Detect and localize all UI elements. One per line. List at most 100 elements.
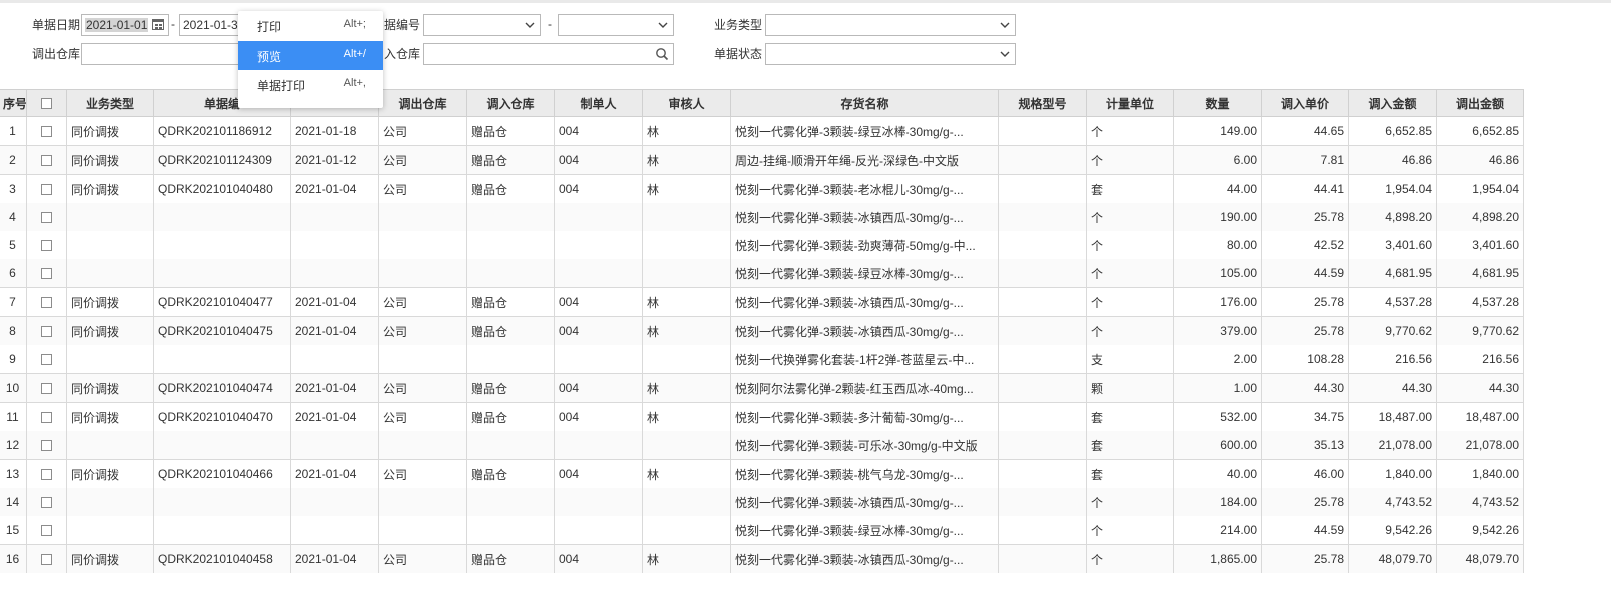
status-label: 单据状态	[714, 47, 763, 61]
col-header-out-wh[interactable]: 调出仓库	[378, 89, 467, 117]
col-header-in-wh[interactable]: 调入仓库	[466, 89, 555, 117]
row-checkbox[interactable]	[26, 402, 67, 431]
cell-unit: 个	[1086, 488, 1174, 516]
row-checkbox[interactable]	[26, 203, 67, 231]
table-row[interactable]: 5 悦刻一代雾化弹-3颗装-劲爽薄荷-50mg/g-中... 个 80.00 42.52…	[0, 231, 1524, 259]
cell-auditor: 林	[642, 373, 731, 403]
biztype-select[interactable]	[765, 14, 1016, 36]
row-checkbox[interactable]	[26, 316, 67, 345]
col-header-spec[interactable]: 规格型号	[998, 89, 1087, 117]
status-select[interactable]	[765, 43, 1016, 65]
table-row[interactable]: 7 同价调拨 QDRK202101040477 2021-01-04 公司 赠品仓 004 林…	[0, 287, 1524, 317]
row-select-checkbox[interactable]	[41, 412, 52, 424]
table-row[interactable]: 6 悦刻一代雾化弹-3颗装-绿豆冰棒-30mg/g-... 个 105.00 44.59…	[0, 259, 1524, 288]
table-row[interactable]: 11 同价调拨 QDRK202101040470 2021-01-04 公司 赠品仓 004…	[0, 402, 1524, 431]
row-checkbox[interactable]	[26, 287, 67, 317]
row-select-checkbox[interactable]	[41, 354, 52, 366]
row-checkbox[interactable]	[26, 345, 67, 374]
col-header-select-all[interactable]	[26, 89, 67, 117]
cell-maker: 004	[554, 459, 643, 488]
cell-in-amount: 4,681.95	[1348, 259, 1437, 288]
cell-in-amount: 1,954.04	[1348, 174, 1437, 203]
row-select-checkbox[interactable]	[41, 469, 52, 481]
row-select-checkbox[interactable]	[41, 554, 52, 566]
docno-to-select[interactable]	[558, 14, 674, 36]
row-checkbox[interactable]	[26, 231, 67, 259]
row-checkbox[interactable]	[26, 116, 67, 146]
table-row[interactable]: 2 同价调拨 QDRK202101124309 2021-01-12 公司 赠品仓 004 林…	[0, 145, 1524, 175]
cell-date	[290, 345, 379, 374]
cell-in-wh: 赠品仓	[466, 287, 555, 317]
cell-qty: 44.00	[1173, 174, 1262, 203]
menu-item-doc-print[interactable]: 单据打印 Alt+,	[238, 70, 383, 99]
row-checkbox[interactable]	[26, 174, 67, 203]
table-row[interactable]: 9 悦刻一代换弹雾化套装-1杆2弹-苍蓝星云-中... 支 2.00 108.28 216…	[0, 345, 1524, 374]
row-select-checkbox[interactable]	[41, 126, 52, 138]
menu-item-preview[interactable]: 预览 Alt+/	[238, 41, 383, 70]
row-checkbox[interactable]	[26, 516, 67, 545]
cell-in-price: 25.78	[1261, 316, 1349, 345]
row-select-checkbox[interactable]	[41, 440, 52, 452]
row-select-checkbox[interactable]	[41, 184, 52, 196]
row-checkbox[interactable]	[26, 488, 67, 516]
col-header-out-amount[interactable]: 调出金额	[1436, 89, 1524, 117]
date-from-value: 2021-01-01	[85, 18, 149, 32]
row-select-checkbox[interactable]	[41, 497, 52, 509]
row-select-checkbox[interactable]	[41, 297, 52, 309]
row-select-checkbox[interactable]	[41, 525, 52, 537]
table-row[interactable]: 12 悦刻一代雾化弹-3颗装-可乐冰-30mg/g-中文版 套 600.00 35.13…	[0, 431, 1524, 460]
table-row[interactable]: 15 悦刻一代雾化弹-3颗装-绿豆冰棒-30mg/g-... 个 214.00 44.5…	[0, 516, 1524, 545]
cell-in-wh	[466, 203, 555, 231]
col-header-item[interactable]: 存货名称	[730, 89, 999, 117]
in-warehouse-label: 入仓库	[384, 47, 421, 61]
row-select-checkbox[interactable]	[41, 155, 52, 167]
col-header-unit[interactable]: 计量单位	[1086, 89, 1174, 117]
row-checkbox[interactable]	[26, 373, 67, 403]
cell-spec	[998, 459, 1087, 488]
row-number: 4	[0, 203, 27, 231]
cell-date: 2021-01-12	[290, 145, 379, 175]
row-select-checkbox[interactable]	[41, 383, 52, 395]
cell-out-wh	[378, 488, 467, 516]
cell-qty: 1.00	[1173, 373, 1262, 403]
table-row[interactable]: 3 同价调拨 QDRK202101040480 2021-01-04 公司 赠品仓 004 林…	[0, 174, 1524, 203]
col-header-qty[interactable]: 数量	[1173, 89, 1262, 117]
cell-in-amount: 48,079.70	[1348, 544, 1437, 573]
table-row[interactable]: 1 同价调拨 QDRK202101186912 2021-01-18 公司 赠品仓 004 林…	[0, 116, 1524, 146]
col-header-in-price[interactable]: 调入单价	[1261, 89, 1349, 117]
cell-out-amount: 46.86	[1436, 145, 1524, 175]
in-warehouse-input[interactable]	[423, 43, 674, 65]
select-all-checkbox[interactable]	[41, 98, 52, 110]
row-select-checkbox[interactable]	[41, 240, 52, 252]
row-select-checkbox[interactable]	[41, 326, 52, 338]
table-row[interactable]: 13 同价调拨 QDRK202101040466 2021-01-04 公司 赠品仓 004…	[0, 459, 1524, 488]
col-header-maker[interactable]: 制单人	[554, 89, 643, 117]
row-select-checkbox[interactable]	[41, 212, 52, 224]
col-header-biztype[interactable]: 业务类型	[66, 89, 154, 117]
row-select-checkbox[interactable]	[41, 268, 52, 280]
table-row[interactable]: 4 悦刻一代雾化弹-3颗装-冰镇西瓜-30mg/g-... 个 190.00 25.78…	[0, 203, 1524, 231]
cell-maker	[554, 259, 643, 288]
col-header-auditor[interactable]: 审核人	[642, 89, 731, 117]
row-checkbox[interactable]	[26, 544, 67, 573]
cell-out-wh: 公司	[378, 174, 467, 203]
row-checkbox[interactable]	[26, 431, 67, 460]
calendar-icon[interactable]	[152, 19, 164, 30]
cell-in-price: 44.30	[1261, 373, 1349, 403]
docno-from-select[interactable]	[423, 14, 541, 36]
row-checkbox[interactable]	[26, 459, 67, 488]
table-row[interactable]: 16 同价调拨 QDRK202101040458 2021-01-04 公司 赠品仓 004…	[0, 544, 1524, 573]
cell-auditor: 林	[642, 287, 731, 317]
cell-out-amount: 4,898.20	[1436, 203, 1524, 231]
cell-in-amount: 44.30	[1348, 373, 1437, 403]
table-row[interactable]: 10 同价调拨 QDRK202101040474 2021-01-04 公司 赠品仓 004…	[0, 373, 1524, 403]
row-checkbox[interactable]	[26, 259, 67, 288]
table-row[interactable]: 14 悦刻一代雾化弹-3颗装-冰镇西瓜-30mg/g-... 个 184.00 25.7…	[0, 488, 1524, 516]
row-checkbox[interactable]	[26, 145, 67, 175]
col-header-in-amount[interactable]: 调入金额	[1348, 89, 1437, 117]
table-row[interactable]: 8 同价调拨 QDRK202101040475 2021-01-04 公司 赠品仓 004 林…	[0, 316, 1524, 345]
out-warehouse-input[interactable]	[81, 43, 241, 65]
search-icon[interactable]	[655, 47, 669, 61]
cell-docno: QDRK202101040475	[153, 316, 291, 345]
menu-item-print[interactable]: 打印 Alt+;	[238, 11, 383, 40]
